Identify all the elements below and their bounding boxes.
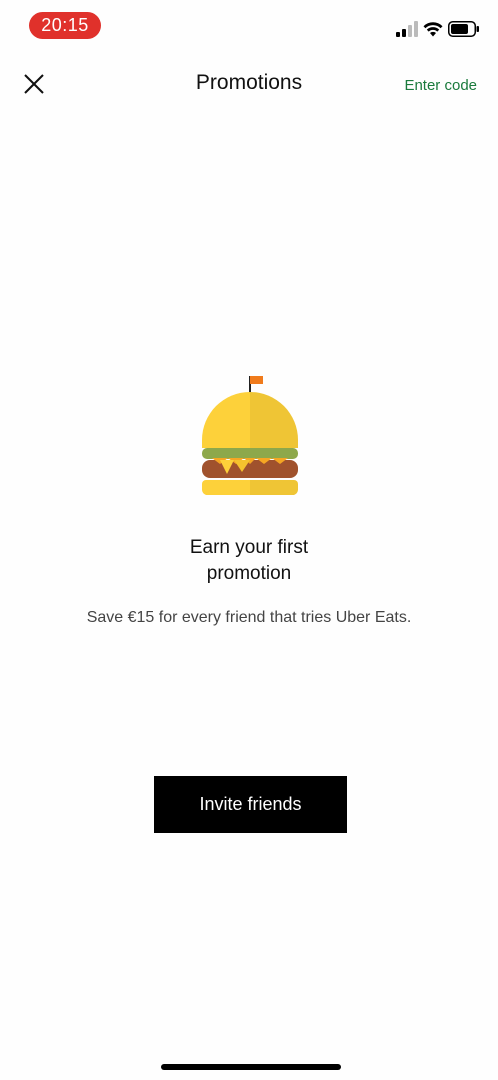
headline-line-1: Earn your first bbox=[189, 537, 309, 558]
battery-icon bbox=[448, 21, 479, 37]
cellular-signal-icon bbox=[396, 21, 418, 37]
enter-code-link[interactable]: Enter code bbox=[404, 77, 477, 94]
status-bar: 20:15 bbox=[0, 0, 498, 56]
status-time: 20:15 bbox=[29, 12, 101, 39]
empty-state-headline: Earn your first promotion bbox=[0, 535, 498, 587]
home-indicator[interactable] bbox=[161, 1064, 341, 1070]
invite-friends-button[interactable]: Invite friends bbox=[154, 776, 347, 833]
empty-state-description: Save €15 for every friend that tries Ube… bbox=[86, 609, 412, 626]
wifi-icon bbox=[423, 22, 443, 37]
header-bar: Promotions Enter code bbox=[0, 56, 498, 112]
promotions-screen: 20:15 Promotions Enter code Earn your fi… bbox=[0, 0, 498, 1080]
headline-line-2: promotion bbox=[206, 563, 292, 584]
burger-icon bbox=[202, 376, 298, 495]
